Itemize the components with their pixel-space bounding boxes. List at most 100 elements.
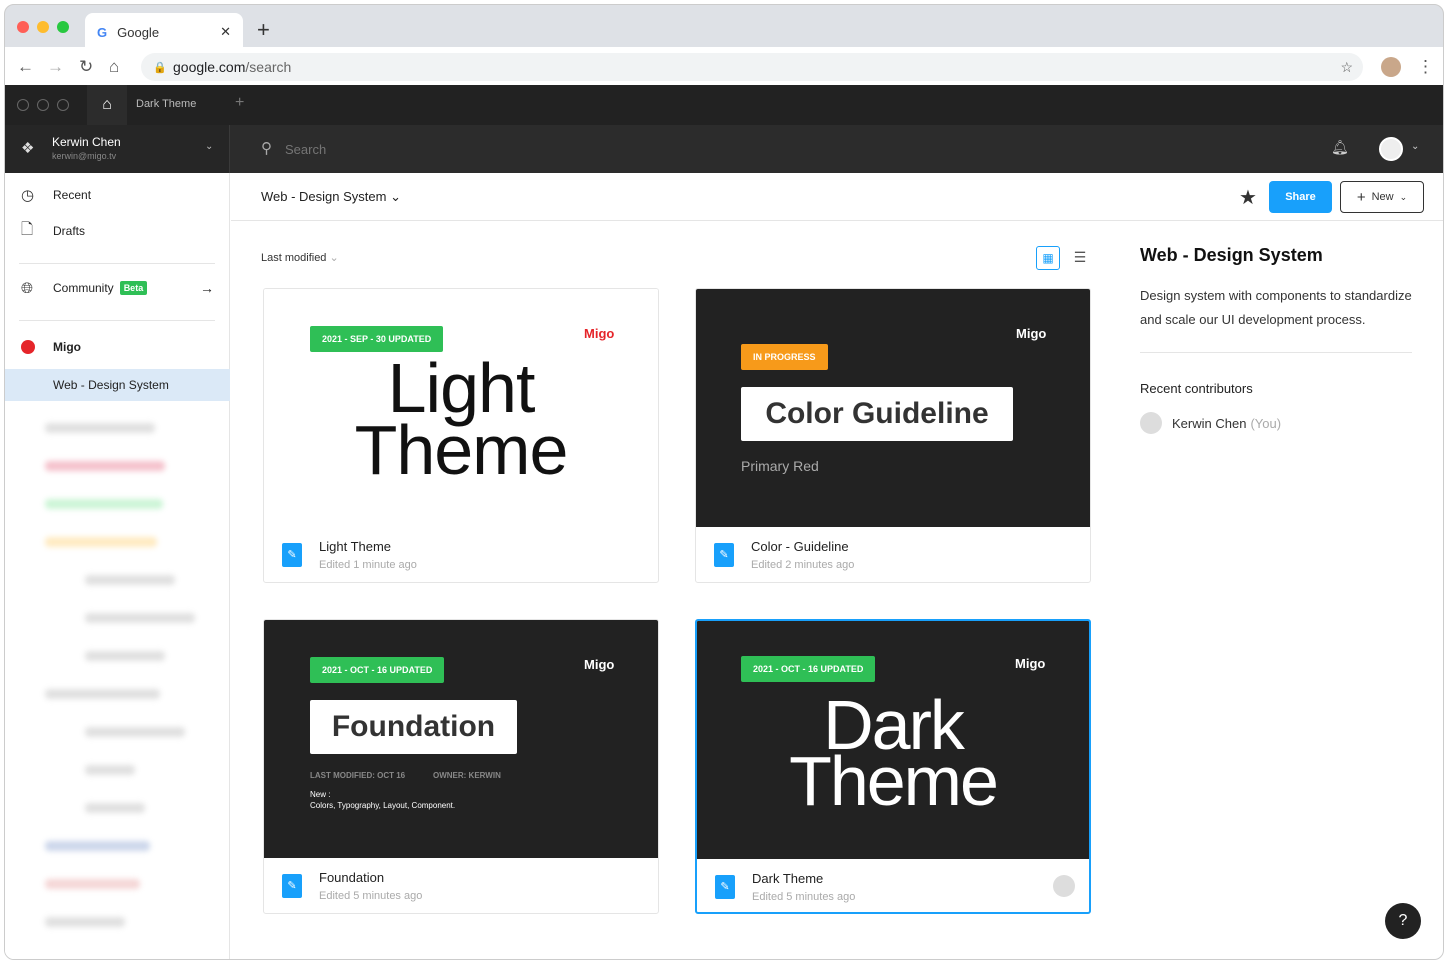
search-icon: ⚲ — [261, 140, 272, 157]
file-edited: Edited 1 minute ago — [319, 559, 417, 571]
contributor-you: (You) — [1250, 415, 1282, 431]
bell-icon[interactable]: 🔔︎ — [1331, 139, 1349, 156]
url-host: google.com — [173, 59, 246, 75]
status-badge: 2021 - OCT - 16 UPDATED — [310, 657, 445, 683]
file-icon: 🗋 — [21, 220, 34, 238]
design-file-icon: ✎ — [714, 543, 734, 567]
chevron-down-icon[interactable]: ⌄ — [1411, 141, 1419, 152]
sidebar-item-team-migo[interactable]: Migo — [5, 331, 230, 363]
thumb-meta: LAST MODIFIED: OCT 16 — [310, 771, 406, 780]
label: Web - Design System — [261, 189, 387, 204]
thumb-title: Theme — [354, 411, 569, 489]
file-card-light-theme[interactable]: 2021 - SEP - 30 UPDATED Migo Light Theme … — [263, 288, 659, 583]
migo-logo: Migo — [1016, 326, 1047, 341]
new-button[interactable]: + New ⌄ — [1340, 181, 1424, 213]
figma-logo-icon: ❖ — [21, 140, 35, 157]
profile-avatar[interactable] — [1381, 57, 1401, 77]
sidebar-item-community[interactable]: 🌐︎ Community Beta → — [5, 272, 230, 304]
share-button[interactable]: Share — [1269, 181, 1332, 213]
thumb-title: Theme — [789, 742, 999, 820]
list-view-button[interactable]: ☰ — [1068, 246, 1092, 270]
menu-icon[interactable]: ⋮ — [1417, 57, 1434, 77]
label: Last modified — [261, 252, 327, 264]
star-icon[interactable]: ★ — [1239, 185, 1257, 210]
label: Recent — [53, 188, 92, 202]
design-file-icon: ✎ — [282, 874, 302, 898]
status-badge: 2021 - OCT - 16 UPDATED — [741, 656, 876, 682]
info-panel: Web - Design System Design system with c… — [1140, 245, 1420, 434]
label: New — [1371, 191, 1394, 203]
reload-icon[interactable]: ↻ — [79, 57, 93, 77]
status-badge: IN PROGRESS — [741, 344, 828, 370]
label: Community — [53, 281, 114, 295]
file-card-color-guideline[interactable]: IN PROGRESS Migo Color Guideline Primary… — [695, 288, 1091, 583]
sidebar-item-recent[interactable]: ◷ Recent — [5, 179, 230, 211]
sidebar: ◷ Recent 🗋 Drafts 🌐︎ Community Beta → Migo We… — [5, 173, 230, 959]
thumb-meta: OWNER: KERWIN — [433, 771, 501, 780]
contributor-avatar — [1140, 412, 1162, 434]
file-name: Foundation — [319, 870, 385, 885]
sidebar-item-drafts[interactable]: 🗋 Drafts — [5, 215, 230, 247]
label: Web - Design System — [53, 378, 169, 392]
migo-logo: Migo — [584, 326, 615, 341]
thumb-text: Colors, Typography, Layout, Component. — [310, 801, 456, 810]
thumb-title: Color Guideline — [741, 387, 1013, 441]
account-switcher[interactable]: ❖ Kerwin Chen kerwin@migo.tv ⌄ — [5, 125, 230, 173]
close-window-button[interactable] — [17, 21, 29, 33]
label: Drafts — [53, 224, 86, 238]
blurred-project-list — [45, 423, 195, 943]
user-email: kerwin@migo.tv — [52, 151, 117, 161]
file-name: Dark Theme — [752, 871, 824, 886]
thumb-text: New : — [310, 790, 331, 799]
migo-logo: Migo — [584, 657, 615, 672]
tab-title: Google — [117, 24, 160, 40]
thumb-title: Light — [387, 349, 536, 427]
file-toolbar: Web - Design System ⌄ ★ Share + New ⌄ — [231, 173, 1443, 221]
chevron-down-icon: ⌄ — [205, 141, 214, 152]
user-name: Kerwin Chen — [52, 135, 121, 149]
globe-icon: 🌐︎ — [21, 279, 34, 297]
home-icon[interactable]: ⌂ — [109, 57, 119, 77]
add-tab-button[interactable]: + — [235, 94, 244, 112]
search-input[interactable] — [285, 137, 685, 161]
address-bar[interactable]: 🔒 google.com/search ☆ — [141, 53, 1363, 81]
close-tab-icon[interactable]: ✕ — [220, 24, 231, 40]
arrow-right-icon: → — [200, 280, 214, 296]
beta-badge: Beta — [119, 281, 148, 295]
lock-icon: 🔒 — [153, 61, 167, 74]
grid-view-button[interactable]: ▦ — [1036, 246, 1060, 270]
bookmark-star-icon[interactable]: ☆ — [1340, 59, 1353, 76]
design-file-icon: ✎ — [715, 875, 735, 899]
file-card-dark-theme[interactable]: 2021 - OCT - 16 UPDATED Migo Dark Theme ✎… — [695, 619, 1091, 914]
migo-logo: Migo — [1015, 656, 1046, 671]
file-name: Color - Guideline — [751, 539, 849, 554]
migo-logo-icon — [21, 340, 35, 354]
app-window: ⌂ Dark Theme + ❖ Kerwin Chen kerwin@migo… — [5, 85, 1443, 959]
design-file-icon: ✎ — [282, 543, 302, 567]
contributor-name: Kerwin Chen — [1172, 415, 1247, 431]
sidebar-item-project[interactable]: Web - Design System — [5, 369, 230, 401]
maximize-window-button[interactable] — [57, 21, 69, 33]
file-name: Light Theme — [319, 539, 392, 554]
google-icon: G — [97, 24, 108, 40]
new-tab-button[interactable]: + — [257, 17, 270, 43]
user-avatar[interactable] — [1379, 137, 1403, 161]
collaborator-avatar — [1053, 875, 1075, 897]
browser-tab[interactable]: G Google ✕ — [85, 13, 243, 51]
label: Migo — [53, 340, 81, 354]
file-edited: Edited 2 minutes ago — [751, 559, 855, 571]
file-card-foundation[interactable]: 2021 - OCT - 16 UPDATED Migo Foundation … — [263, 619, 659, 914]
forward-icon[interactable]: → — [47, 57, 64, 77]
home-tab-icon[interactable]: ⌂ — [87, 85, 127, 125]
project-title-dropdown[interactable]: Web - Design System ⌄ — [261, 189, 401, 205]
thumb-title: Foundation — [310, 700, 517, 754]
minimize-window-button[interactable] — [37, 21, 49, 33]
browser-window: G Google ✕ + ← → ↻ ⌂ 🔒 google.com/search… — [4, 4, 1444, 960]
help-button[interactable]: ? — [1385, 903, 1421, 939]
sort-dropdown[interactable]: Last modified ⌄ — [261, 251, 339, 264]
contributor-item[interactable]: Kerwin Chen (You) — [1140, 412, 1420, 434]
file-edited: Edited 5 minutes ago — [752, 891, 856, 903]
window-controls[interactable] — [17, 99, 69, 111]
back-icon[interactable]: ← — [17, 57, 34, 77]
tab-dark-theme[interactable]: Dark Theme — [136, 98, 196, 110]
